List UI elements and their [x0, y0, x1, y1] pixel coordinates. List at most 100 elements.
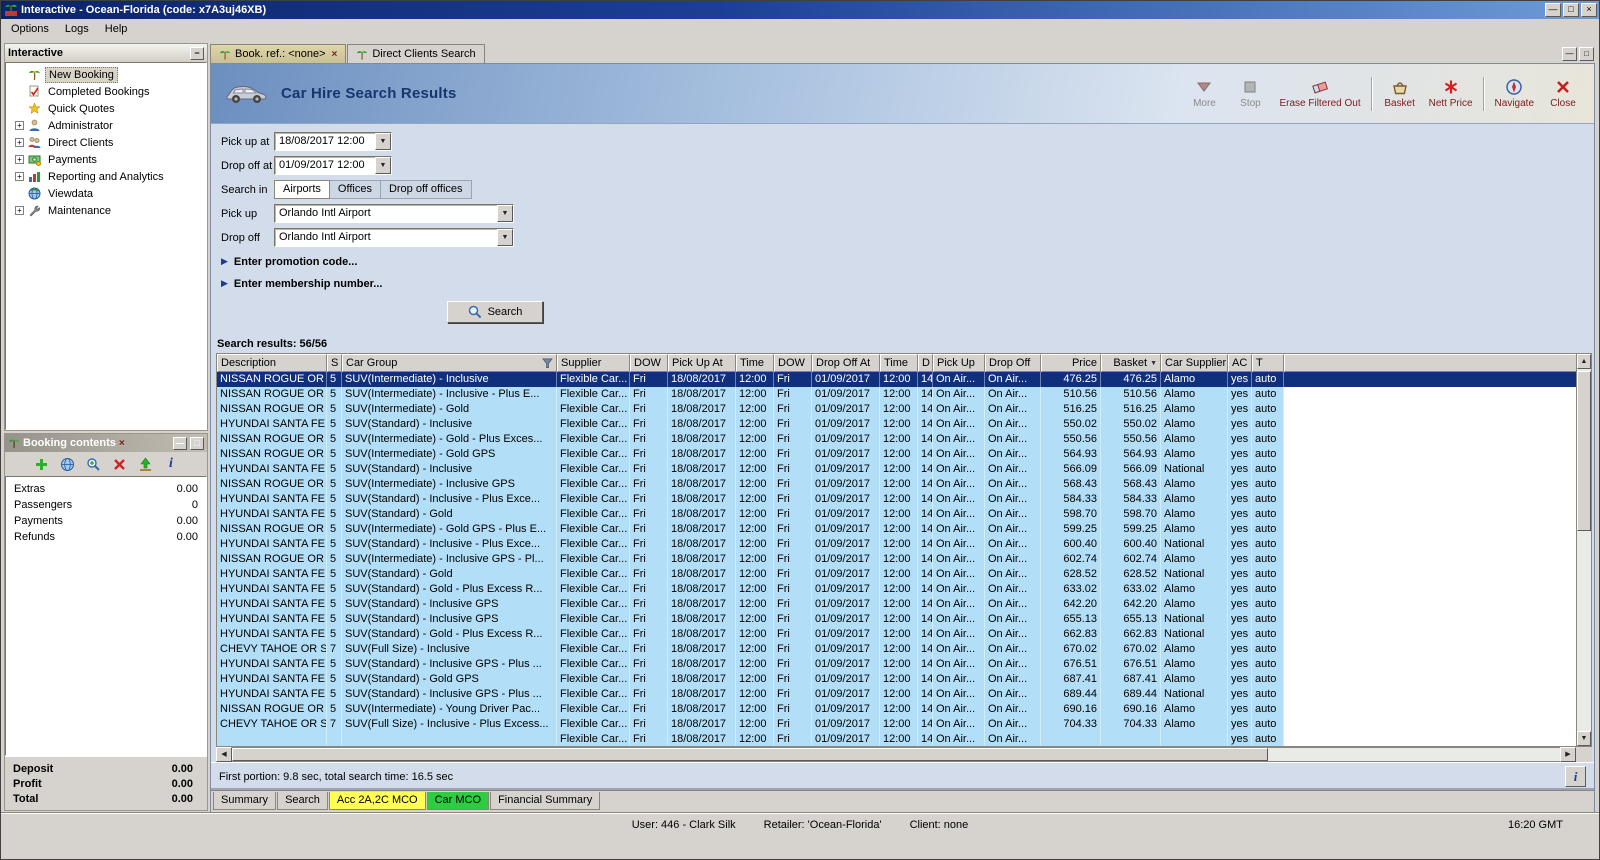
column-header-drop-off-at[interactable]: Drop Off At — [812, 354, 880, 372]
search-in-tab-airports[interactable]: Airports — [274, 180, 330, 199]
horizontal-scrollbar[interactable]: ◀ ▶ — [216, 747, 1592, 762]
scroll-up-icon[interactable]: ▲ — [1577, 354, 1591, 369]
column-header-pick-up-at[interactable]: Pick Up At — [668, 354, 736, 372]
result-row[interactable]: NISSAN ROGUE OR S...5SUV(Intermediate) -… — [217, 552, 1576, 567]
column-header-car-supplier[interactable]: Car Supplier — [1161, 354, 1228, 372]
result-row[interactable]: HYUNDAI SANTA FE ... 5 SUV(Standard) - Inc… — [217, 657, 1576, 672]
chevron-down-icon[interactable]: ▼ — [375, 157, 391, 174]
column-header-dow[interactable]: DOW — [774, 354, 812, 372]
booking-row-payments[interactable]: Payments 0.00 — [6, 513, 206, 529]
result-row[interactable]: HYUNDAI SANTA FE ... 5 SUV(Standard) - Inc… — [217, 687, 1576, 702]
result-row[interactable]: HYUNDAI SANTA FE ... 5 SUV(Standard) - Inc… — [217, 462, 1576, 477]
booking-row-passengers[interactable]: Passengers 0 — [6, 497, 206, 513]
column-header-car-group[interactable]: Car Group — [342, 354, 557, 372]
expand-icon[interactable]: + — [15, 206, 24, 215]
sidebar-item-payments[interactable]: + Payments — [6, 151, 206, 168]
result-row[interactable]: HYUNDAI SANTA FE ... 5 SUV(Standard) - Inc… — [217, 597, 1576, 612]
column-header-supplier[interactable]: Supplier — [557, 354, 630, 372]
expand-icon[interactable]: + — [15, 172, 24, 181]
column-header-d[interactable]: D — [918, 354, 933, 372]
sidebar-item-administrator[interactable]: + Administrator — [6, 117, 206, 134]
tab-direct-clients-search[interactable]: Direct Clients Search — [347, 44, 485, 63]
expand-icon[interactable]: + — [15, 138, 24, 147]
bottom-tab-summary[interactable]: Summary — [213, 792, 277, 810]
minimize-icon[interactable]: — — [1545, 3, 1561, 17]
search-plus-icon[interactable] — [85, 456, 102, 473]
mdi-minimize-icon[interactable]: — — [1562, 47, 1577, 61]
menu-options[interactable]: Options — [3, 21, 57, 37]
close-button[interactable]: Close — [1540, 76, 1586, 111]
bottom-tab-acc-2a2c-mco[interactable]: Acc 2A,2C MCO — [328, 792, 426, 810]
chevron-down-icon[interactable]: ▼ — [375, 133, 391, 150]
result-row[interactable]: HYUNDAI SANTA FE ... 5 SUV(Standard) - Gol… — [217, 627, 1576, 642]
close-icon[interactable]: × — [1581, 3, 1597, 17]
result-row[interactable]: CHEVY TAHOE OR SI...7SUV(Full Size) - In… — [217, 642, 1576, 657]
result-row[interactable]: NISSAN ROGUE OR S...5SUV(Intermediate) -… — [217, 702, 1576, 717]
erase-filtered-out-button[interactable]: Erase Filtered Out — [1273, 76, 1366, 111]
sidebar-item-maintenance[interactable]: + Maintenance — [6, 202, 206, 219]
restore-panel-icon[interactable]: □ — [190, 436, 204, 450]
tab-close-icon[interactable]: × — [332, 49, 338, 60]
expand-icon[interactable]: + — [15, 121, 24, 130]
result-row[interactable]: NISSAN ROGUE OR S...5SUV(Intermediate) -… — [217, 447, 1576, 462]
booking-row-extras[interactable]: Extras 0.00 — [6, 481, 206, 497]
result-row[interactable]: HYUNDAI SANTA FE ... 5 SUV(Standard) - Inc… — [217, 537, 1576, 552]
basket-button[interactable]: Basket — [1377, 76, 1423, 111]
result-row[interactable]: HYUNDAI SANTA FE ... 5 SUV(Standard) - Gol… — [217, 582, 1576, 597]
column-header-drop-off[interactable]: Drop Off — [985, 354, 1041, 372]
column-header-pick-up[interactable]: Pick Up — [933, 354, 985, 372]
column-header-price[interactable]: Price — [1041, 354, 1101, 372]
result-row[interactable]: NISSAN ROGUE OR S...5SUV(Intermediate) -… — [217, 477, 1576, 492]
drop-off-at-select[interactable]: 01/09/2017 12:00 ▼ — [274, 156, 392, 175]
vertical-scroll-track[interactable] — [1577, 369, 1591, 731]
close-icon[interactable]: × — [119, 438, 125, 449]
more-button[interactable]: More — [1181, 76, 1227, 111]
result-row[interactable]: NISSAN ROGUE OR S...5SUV(Intermediate) -… — [217, 522, 1576, 537]
menu-help[interactable]: Help — [97, 21, 136, 37]
column-header-s[interactable]: S — [327, 354, 342, 372]
membership-number-expander[interactable]: ▶ Enter membership number... — [221, 274, 1594, 293]
collapse-panel-icon[interactable]: − — [190, 46, 204, 60]
scroll-down-icon[interactable]: ▼ — [1577, 731, 1591, 746]
sidebar-item-viewdata[interactable]: Viewdata — [6, 185, 206, 202]
drop-off-select[interactable]: Orlando Intl Airport ▼ — [274, 228, 514, 247]
pick-up-select[interactable]: Orlando Intl Airport ▼ — [274, 204, 514, 223]
horizontal-scroll-track[interactable] — [232, 747, 1560, 762]
result-row[interactable]: NISSAN ROGUE OR S...5SUV(Intermediate) -… — [217, 402, 1576, 417]
column-header-t[interactable]: T — [1252, 354, 1284, 372]
maximize-icon[interactable]: □ — [1563, 3, 1579, 17]
result-row[interactable]: HYUNDAI SANTA FE ... 5 SUV(Standard) - Inc… — [217, 492, 1576, 507]
search-in-tab-offices[interactable]: Offices — [329, 180, 381, 199]
sidebar-item-completed-bookings[interactable]: Completed Bookings — [6, 83, 206, 100]
column-header-dow[interactable]: DOW — [630, 354, 668, 372]
pick-up-at-select[interactable]: 18/08/2017 12:00 ▼ — [274, 132, 392, 151]
nett-price-button[interactable]: Nett Price — [1423, 76, 1479, 111]
chevron-down-icon[interactable]: ▼ — [497, 229, 513, 246]
scroll-left-icon[interactable]: ◀ — [216, 747, 232, 762]
result-row[interactable]: HYUNDAI SANTA FE ... 5 SUV(Standard) - Gol… — [217, 567, 1576, 582]
result-row[interactable]: CHEVY TAHOE OR SI...7SUV(Full Size) - In… — [217, 717, 1576, 732]
result-row[interactable]: HYUNDAI SANTA FE ... 5 SUV(Standard) - Inc… — [217, 417, 1576, 432]
result-row[interactable]: NISSAN ROGUE OR S...5SUV(Intermediate) -… — [217, 387, 1576, 402]
result-row[interactable]: NISSAN ROGUE OR S...5SUV(Intermediate) -… — [217, 372, 1576, 387]
tab-booking-ref[interactable]: Book. ref.: <none> × — [210, 44, 347, 63]
sidebar-item-new-booking[interactable]: New Booking — [6, 66, 206, 83]
result-row[interactable]: HYUNDAI SANTA FE ... 5 SUV(Standard) - Gol… — [217, 672, 1576, 687]
search-button[interactable]: Search — [447, 301, 543, 323]
column-header-basket[interactable]: Basket ▼ — [1101, 354, 1161, 372]
column-header-ac[interactable]: AC — [1228, 354, 1252, 372]
result-row[interactable]: HYUNDAI SANTA FE ... 5 SUV(Standard) - Inc… — [217, 612, 1576, 627]
column-header-time[interactable]: Time — [880, 354, 918, 372]
scroll-right-icon[interactable]: ▶ — [1560, 747, 1576, 762]
menu-logs[interactable]: Logs — [57, 21, 97, 37]
expand-icon[interactable]: + — [15, 155, 24, 164]
web-icon[interactable] — [59, 456, 76, 473]
navigate-button[interactable]: Navigate — [1489, 76, 1540, 111]
add-icon[interactable] — [33, 456, 50, 473]
vertical-scrollbar[interactable]: ▲ ▼ — [1576, 353, 1592, 747]
sidebar-item-reporting-and-analytics[interactable]: + Reporting and Analytics — [6, 168, 206, 185]
chevron-down-icon[interactable]: ▼ — [497, 205, 513, 222]
booking-row-refunds[interactable]: Refunds 0.00 — [6, 529, 206, 545]
promotion-code-expander[interactable]: ▶ Enter promotion code... — [221, 252, 1594, 271]
result-row[interactable]: NISSAN ROGUE OR S...5SUV(Intermediate) -… — [217, 432, 1576, 447]
